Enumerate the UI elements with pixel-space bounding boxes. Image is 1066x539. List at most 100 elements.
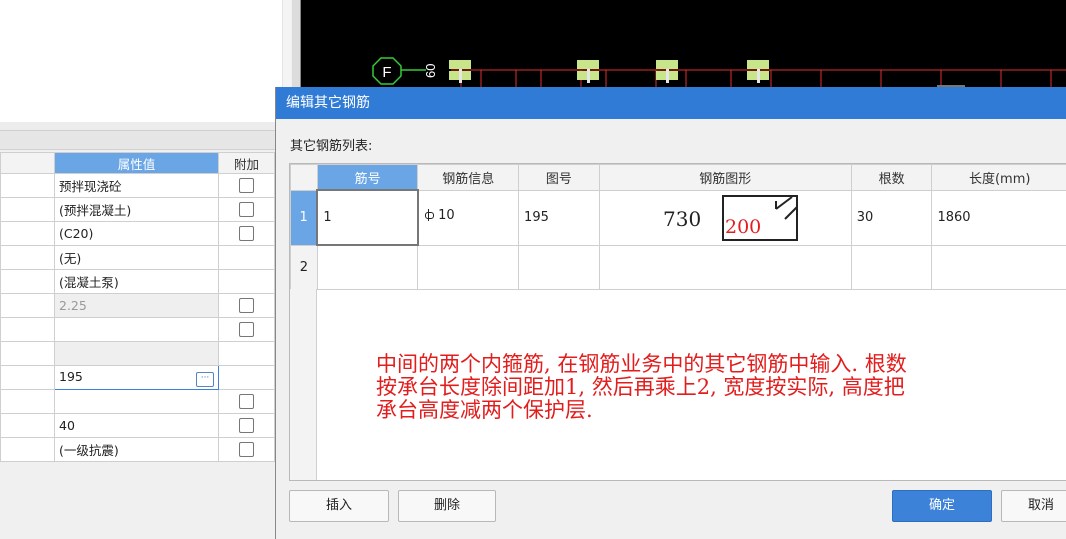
- red-annotation-text: 中间的两个内箍筋, 在钢筋业务中的其它钢筋中输入. 根数 按承台长度除间距加1,…: [376, 352, 907, 422]
- row-number[interactable]: 2: [290, 244, 318, 290]
- property-row[interactable]: [0, 341, 275, 366]
- property-value-text: (无): [59, 251, 82, 266]
- rebar-grid: 筋号 钢筋信息 图号 钢筋图形 根数 长度(mm) 1 1 10 195 730…: [290, 164, 1066, 290]
- property-add-header[interactable]: 附加: [218, 152, 275, 174]
- cell-bar-no[interactable]: 1: [316, 189, 419, 246]
- add-checkbox[interactable]: [239, 178, 254, 193]
- add-checkbox[interactable]: [239, 322, 254, 337]
- property-value-cell[interactable]: [54, 389, 219, 414]
- property-value-text: (一级抗震): [59, 443, 119, 458]
- cell-length[interactable]: [931, 244, 1066, 290]
- property-name-cell: [0, 341, 55, 366]
- property-add-cell: [218, 245, 275, 270]
- cell-count[interactable]: 30: [850, 189, 933, 246]
- property-add-cell: [218, 221, 275, 246]
- column-header-length[interactable]: 长度(mm): [931, 164, 1066, 191]
- property-row[interactable]: (无): [0, 245, 275, 270]
- property-add-cell: [218, 437, 275, 462]
- cell-shape[interactable]: [598, 244, 852, 290]
- cell-shape-no[interactable]: [518, 244, 600, 290]
- property-value-text: 2.25: [59, 298, 87, 313]
- property-name-cell: [0, 293, 55, 318]
- property-row[interactable]: ··· 195: [0, 365, 275, 390]
- property-value-text: (预拌混凝土): [59, 203, 132, 218]
- cell-count[interactable]: [850, 244, 933, 290]
- property-add-cell: [218, 173, 275, 198]
- property-value-cell[interactable]: 2.25: [54, 293, 219, 318]
- property-name-cell: [0, 245, 55, 270]
- property-add-cell: [218, 365, 275, 390]
- cad-canvas[interactable]: F 60: [300, 0, 1066, 88]
- property-row[interactable]: 2.25: [0, 293, 275, 318]
- property-name-cell: [0, 269, 55, 294]
- cad-pad: [747, 60, 769, 69]
- property-value-text: 40: [59, 418, 75, 433]
- property-row[interactable]: (C20): [0, 221, 275, 246]
- property-row[interactable]: (一级抗震): [0, 437, 275, 462]
- property-row[interactable]: [0, 389, 275, 414]
- property-add-cell: [218, 341, 275, 366]
- cell-shape-no[interactable]: 195: [518, 189, 600, 246]
- property-value-cell[interactable]: (预拌混凝土): [54, 197, 219, 222]
- property-row[interactable]: 40: [0, 413, 275, 438]
- rebar-grid-header: 筋号 钢筋信息 图号 钢筋图形 根数 长度(mm): [290, 164, 1066, 191]
- property-value-cell[interactable]: ··· 195: [54, 365, 219, 390]
- column-header-count[interactable]: 根数: [850, 164, 933, 191]
- column-header-shape[interactable]: 钢筋图形: [598, 164, 852, 191]
- property-add-cell: [218, 389, 275, 414]
- property-value-cell[interactable]: [54, 317, 219, 342]
- cell-length[interactable]: 1860: [931, 189, 1066, 246]
- rebar-row[interactable]: 2: [290, 244, 1066, 290]
- rebar-grid-container[interactable]: 筋号 钢筋信息 图号 钢筋图形 根数 长度(mm) 1 1 10 195 730…: [289, 163, 1066, 481]
- cad-dimension-text: 60: [423, 64, 438, 78]
- cell-shape[interactable]: 730 200: [598, 189, 852, 246]
- property-panel-toolbar: [0, 130, 292, 150]
- property-add-cell: [218, 317, 275, 342]
- column-header-bar-info[interactable]: 钢筋信息: [417, 164, 520, 191]
- property-table: 属性值 附加 预拌现浇砼 (预拌混凝土) (C20) (无) (混凝土泵) 2.25 ···…: [0, 152, 275, 462]
- property-value-cell[interactable]: 40: [54, 413, 219, 438]
- shape-dimension-height: 200: [725, 216, 761, 238]
- property-row[interactable]: (混凝土泵): [0, 269, 275, 294]
- add-checkbox[interactable]: [239, 418, 254, 433]
- property-value-cell[interactable]: [54, 341, 219, 366]
- cell-bar-info[interactable]: [417, 244, 520, 290]
- property-row[interactable]: 预拌现浇砼: [0, 173, 275, 198]
- ok-button[interactable]: 确定: [892, 490, 992, 522]
- edit-other-rebar-dialog: 编辑其它钢筋 其它钢筋列表: 筋号 钢筋信息 图号 钢筋图形 根数 长度(mm): [275, 87, 1066, 539]
- column-header-shape-no[interactable]: 图号: [518, 164, 600, 191]
- column-header-bar-no[interactable]: 筋号: [316, 164, 419, 191]
- property-value-header[interactable]: 属性值: [54, 152, 219, 174]
- cad-pad: [577, 60, 599, 69]
- property-value-cell[interactable]: (无): [54, 245, 219, 270]
- property-name-cell: [0, 437, 55, 462]
- add-checkbox[interactable]: [239, 298, 254, 313]
- add-checkbox[interactable]: [239, 202, 254, 217]
- cad-pad-stem: [587, 69, 590, 83]
- property-panel-top: [0, 0, 283, 122]
- add-checkbox[interactable]: [239, 442, 254, 457]
- rebar-row[interactable]: 1 1 10 195 730 200 30 1860: [290, 189, 1066, 246]
- dialog-title-bar[interactable]: 编辑其它钢筋: [276, 87, 1066, 119]
- property-row[interactable]: [0, 317, 275, 342]
- cell-bar-info[interactable]: 10: [417, 189, 520, 246]
- property-value-cell[interactable]: 预拌现浇砼: [54, 173, 219, 198]
- property-name-cell: [0, 389, 55, 414]
- property-value-cell[interactable]: (C20): [54, 221, 219, 246]
- property-name-cell: [0, 197, 55, 222]
- row-number[interactable]: 1: [290, 189, 318, 246]
- row-number-header: [290, 164, 318, 191]
- cancel-button[interactable]: 取消: [1001, 490, 1066, 522]
- property-value-cell[interactable]: (一级抗震): [54, 437, 219, 462]
- add-checkbox[interactable]: [239, 394, 254, 409]
- ellipsis-icon[interactable]: ···: [196, 371, 214, 387]
- add-checkbox[interactable]: [239, 226, 254, 241]
- axis-marker-label: F: [382, 64, 391, 81]
- property-add-cell: [218, 197, 275, 222]
- delete-button[interactable]: 删除: [398, 490, 496, 522]
- cell-bar-no[interactable]: [316, 244, 419, 290]
- property-row[interactable]: (预拌混凝土): [0, 197, 275, 222]
- property-value-cell[interactable]: (混凝土泵): [54, 269, 219, 294]
- insert-button[interactable]: 插入: [289, 490, 389, 522]
- property-add-cell: [218, 269, 275, 294]
